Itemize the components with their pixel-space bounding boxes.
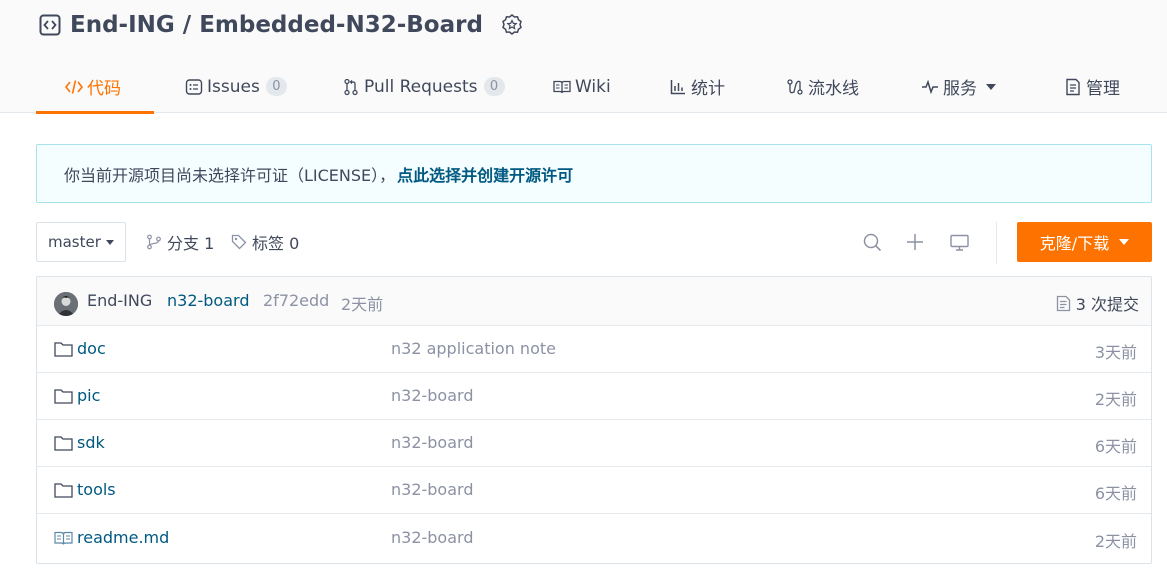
code-icon	[64, 77, 84, 97]
repo-toolbar: master 分支 1 标签 0 克隆/下载	[36, 222, 1152, 264]
tab-manage[interactable]: 管理	[1063, 60, 1120, 113]
tab-label: 流水线	[808, 79, 859, 99]
wiki-book-icon	[552, 77, 572, 97]
issues-count-badge: 0	[265, 77, 287, 96]
file-time: 3天前	[1094, 343, 1137, 362]
tab-pull-requests[interactable]: Pull Requests 0	[341, 60, 505, 113]
tab-statistics[interactable]: 统计	[668, 60, 725, 113]
repo-header: End-ING / Embedded-N32-Board 代码 Issues 0…	[0, 0, 1167, 114]
commit-message[interactable]: n32-board	[167, 291, 249, 310]
folder-icon	[53, 387, 73, 405]
file-time: 6天前	[1094, 484, 1137, 503]
file-commit-message[interactable]: n32-board	[391, 433, 473, 452]
branch-icon	[146, 234, 162, 250]
folder-icon	[53, 340, 73, 358]
license-notice-text: 你当前开源项目尚未选择许可证（LICENSE），	[64, 165, 396, 185]
clone-download-label: 克隆/下载	[1039, 234, 1110, 253]
tab-label: Pull Requests	[364, 76, 478, 97]
toolbar-divider	[996, 222, 997, 264]
tab-code[interactable]: 代码	[36, 60, 154, 114]
file-commit-message[interactable]: n32-board	[391, 528, 473, 547]
commit-author[interactable]: End-ING	[87, 291, 152, 310]
tab-label: 代码	[87, 79, 121, 99]
list-item: tools n32-board 6天前	[37, 467, 1151, 514]
file-name[interactable]: tools	[77, 480, 116, 499]
pull-request-icon	[341, 77, 361, 97]
branches-label: 分支 1	[167, 234, 215, 253]
chevron-down-icon	[986, 83, 996, 90]
tab-label: 服务	[943, 79, 977, 99]
tab-label: Wiki	[575, 76, 611, 97]
readme-book-icon	[53, 529, 73, 547]
tab-wiki[interactable]: Wiki	[552, 60, 611, 113]
repo-tabs: 代码 Issues 0 Pull Requests 0 Wiki 统计 流水线 …	[36, 60, 1156, 114]
repo-code-icon	[38, 13, 62, 37]
commit-time: 2天前	[341, 295, 384, 314]
avatar[interactable]	[54, 292, 78, 316]
file-commit-message[interactable]: n32-board	[391, 386, 473, 405]
tab-services[interactable]: 服务	[920, 60, 996, 113]
file-commit-message[interactable]: n32-board	[391, 480, 473, 499]
file-list: End-ING n32-board 2f72edd 2天前 3 次提交 doc …	[36, 276, 1152, 564]
file-name[interactable]: sdk	[77, 433, 105, 452]
file-name[interactable]: doc	[77, 339, 106, 358]
list-item: doc n32 application note 3天前	[37, 326, 1151, 373]
tab-issues[interactable]: Issues 0	[184, 60, 287, 113]
commit-count-label: 3 次提交	[1075, 295, 1139, 314]
latest-commit-row: End-ING n32-board 2f72edd 2天前 3 次提交	[37, 277, 1151, 326]
file-name[interactable]: pic	[77, 386, 100, 405]
file-name[interactable]: readme.md	[77, 528, 169, 547]
clone-download-button[interactable]: 克隆/下载	[1017, 222, 1152, 262]
folder-icon	[53, 434, 73, 452]
tags-label: 标签 0	[252, 234, 300, 253]
branch-select[interactable]: master	[36, 222, 126, 262]
list-item: readme.md n32-board 2天前	[37, 515, 1151, 562]
create-license-link[interactable]: 点此选择并创建开源许可	[397, 162, 573, 186]
commit-sha[interactable]: 2f72edd	[263, 291, 329, 310]
file-time: 2天前	[1094, 390, 1137, 409]
tag-icon	[231, 234, 247, 250]
chevron-down-icon	[1119, 239, 1130, 245]
list-item: pic n32-board 2天前	[37, 373, 1151, 420]
manage-icon	[1063, 77, 1083, 97]
file-time: 6天前	[1094, 437, 1137, 456]
branch-name: master	[48, 233, 101, 251]
file-commit-message[interactable]: n32 application note	[391, 339, 556, 358]
web-ide-icon[interactable]	[949, 232, 969, 252]
tab-pipeline[interactable]: 流水线	[785, 60, 859, 113]
list-item: sdk n32-board 6天前	[37, 420, 1151, 467]
commit-count-link[interactable]: 3 次提交	[1056, 291, 1139, 315]
pull-requests-count-badge: 0	[483, 77, 505, 96]
search-icon[interactable]	[862, 232, 882, 252]
commits-icon	[1056, 295, 1071, 312]
tags-link[interactable]: 标签 0	[231, 222, 299, 262]
recommended-badge-icon[interactable]	[499, 12, 525, 38]
tab-label: Issues	[207, 76, 260, 97]
plus-icon[interactable]	[905, 232, 925, 252]
folder-icon	[53, 481, 73, 499]
file-time: 2天前	[1094, 532, 1137, 551]
caret-down-icon	[105, 239, 114, 245]
bar-chart-icon	[668, 77, 688, 97]
repo-title-bar: End-ING / Embedded-N32-Board	[38, 12, 525, 38]
repo-name[interactable]: End-ING / Embedded-N32-Board	[70, 12, 483, 38]
issues-icon	[184, 77, 204, 97]
license-notice: 你当前开源项目尚未选择许可证（LICENSE）， 点此选择并创建开源许可	[36, 144, 1152, 203]
branches-link[interactable]: 分支 1	[146, 222, 214, 262]
pulse-icon	[920, 77, 940, 97]
pipeline-icon	[785, 77, 805, 97]
tab-label: 管理	[1086, 79, 1120, 99]
tab-label: 统计	[691, 79, 725, 99]
